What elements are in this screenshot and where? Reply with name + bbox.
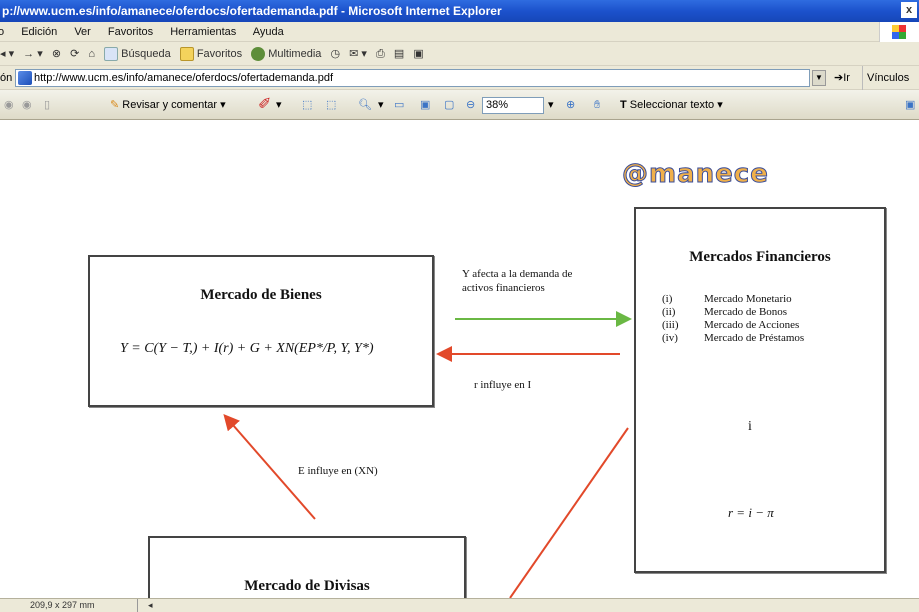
menu-favorites[interactable]: Favoritos: [108, 26, 153, 38]
scroll-left-icon[interactable]: ◂: [148, 599, 153, 612]
standard-toolbar: ◂ ▾ → ▾ ⊗ ⟳ ⌂ Búsqueda Favoritos Multime…: [0, 42, 919, 66]
list-item-num: (i): [662, 293, 673, 305]
mercado-divisas-title: Mercado de Divisas: [244, 578, 370, 594]
favorites-button[interactable]: Favoritos: [179, 42, 243, 66]
status-bar: 209,9 x 297 mm ◂: [0, 598, 919, 612]
i-label: i: [748, 419, 752, 434]
y-affects-line1: Y afecta a la demanda de: [462, 268, 573, 280]
zoom-tool-icon[interactable]: 🔍︎: [358, 90, 372, 120]
list-item-num: (ii): [662, 306, 676, 318]
close-icon[interactable]: x: [901, 2, 917, 18]
list-item-label: Mercado de Préstamos: [704, 332, 805, 344]
y-affects-line2: activos financieros: [462, 282, 545, 294]
mercado-bienes-box: Mercado de Bienes Y = C(Y − T,) + I(r) +…: [88, 255, 434, 407]
hand-tool-icon[interactable]: ✋︎: [594, 90, 600, 120]
list-item: (ii) Mercado de Bonos: [662, 306, 804, 319]
mercados-financieros-box: Mercados Financieros (i) Mercado Monetari…: [634, 207, 886, 573]
page-size-indicator: 209,9 x 297 mm: [8, 599, 138, 612]
multimedia-label: Multimedia: [268, 48, 322, 60]
menu-file-partial[interactable]: o: [0, 26, 4, 38]
edit-icon[interactable]: ▤: [394, 42, 404, 66]
menu-bar: o Edición Ver Favoritos Herramientas Ayu…: [0, 22, 919, 42]
r-formula: r = i − π: [728, 505, 774, 520]
back-icon[interactable]: ◂ ▾: [0, 42, 14, 66]
address-label: ón: [0, 72, 13, 84]
address-dropdown-icon[interactable]: ▼: [812, 70, 826, 86]
snapshot-icon[interactable]: ▣: [905, 90, 915, 120]
search-label: Búsqueda: [121, 48, 171, 60]
go-button[interactable]: ➔Ir: [834, 66, 850, 90]
print-icon[interactable]: ⎙: [376, 42, 385, 66]
search-icon: [104, 47, 119, 62]
refresh-icon[interactable]: ⟳: [70, 42, 79, 66]
select-text-button[interactable]: T Seleccionar texto ▾: [620, 90, 723, 120]
amanece-logo: @manece: [622, 159, 769, 190]
list-item-num: (iii): [662, 319, 679, 331]
list-item: (iv) Mercado de Préstamos: [662, 332, 804, 345]
actual-size-icon[interactable]: ▭: [394, 90, 404, 120]
address-bar: ón http://www.ucm.es/info/amanece/oferdo…: [0, 66, 919, 90]
zoom-in-icon[interactable]: ⊕: [566, 90, 575, 120]
arrow-divisas-to-financieros: [509, 427, 629, 598]
multimedia-button[interactable]: Multimedia: [251, 42, 321, 66]
mercados-financieros-title: Mercados Financieros: [689, 249, 831, 265]
review-icon: ✎: [110, 99, 120, 111]
list-item: (iii) Mercado de Acciones: [662, 319, 804, 332]
pdf-forward-icon[interactable]: ◉: [22, 90, 32, 120]
bienes-formula: Y = C(Y − T,) + I(r) + G + XN(EP*/P, Y, …: [120, 341, 374, 356]
y-affects-label: Y afecta a la demanda de activos financi…: [462, 267, 572, 295]
forward-icon[interactable]: → ▾: [23, 42, 43, 66]
window-title-bar: p://www.ucm.es/info/amanece/oferdocs/ofe…: [0, 0, 919, 22]
pdf-document-view[interactable]: @manece Mercado de Bienes Y = C(Y − T,) …: [0, 121, 919, 612]
links-button[interactable]: Vínculos: [862, 66, 909, 90]
go-label: Ir: [843, 72, 850, 84]
windows-logo-icon: [879, 22, 919, 42]
pdf-back-icon[interactable]: ◉: [4, 90, 14, 120]
menu-view[interactable]: Ver: [74, 26, 91, 38]
zoom-out-icon[interactable]: ⊖: [466, 90, 475, 120]
list-item-label: Mercado de Acciones: [704, 319, 800, 331]
pdf-toolbar: ◉ ◉ ▯ ✎ Revisar y comentar ▾ ✐ ▾ ⬚ ⬚ 🔍︎ …: [0, 90, 919, 120]
menu-help[interactable]: Ayuda: [253, 26, 284, 38]
search-button[interactable]: Búsqueda: [104, 42, 171, 66]
address-url: http://www.ucm.es/info/amanece/oferdocs/…: [34, 72, 333, 84]
fit-window-icon[interactable]: ▣: [420, 90, 430, 120]
zoom-tool-dropdown-icon[interactable]: ▾: [378, 90, 384, 120]
pdf-save-icon[interactable]: ▯: [44, 90, 50, 120]
mail-icon[interactable]: ✉ ▾: [349, 42, 367, 66]
fit-page-icon[interactable]: ⬚: [302, 90, 312, 120]
fit-visible-icon[interactable]: ▢: [444, 90, 454, 120]
r-influye-label: r influye en I: [474, 379, 532, 391]
mercado-bienes-title: Mercado de Bienes: [200, 287, 322, 303]
favorites-icon: [179, 47, 194, 62]
e-influye-label: E influye en (XN): [298, 465, 378, 477]
window-title: p://www.ucm.es/info/amanece/oferdocs/ofe…: [2, 4, 502, 18]
address-input[interactable]: http://www.ucm.es/info/amanece/oferdocs/…: [15, 69, 810, 87]
review-label: Revisar y comentar: [122, 99, 218, 111]
history-icon[interactable]: ◷: [330, 42, 340, 66]
list-item-label: Mercado de Bonos: [704, 306, 788, 318]
multimedia-icon: [251, 47, 266, 62]
pen-dropdown-icon[interactable]: ▾: [276, 90, 282, 120]
zoom-input[interactable]: 38%: [482, 97, 544, 114]
home-icon[interactable]: ⌂: [88, 42, 95, 66]
pen-icon[interactable]: ✐: [258, 90, 271, 120]
list-item: (i) Mercado Monetario: [662, 293, 804, 306]
menu-edit[interactable]: Edición: [21, 26, 57, 38]
discuss-icon[interactable]: ▣: [413, 42, 423, 66]
list-item-num: (iv): [662, 332, 678, 344]
zoom-dropdown-icon[interactable]: ▾: [548, 90, 554, 120]
stop-icon[interactable]: ⊗: [52, 42, 61, 66]
review-comment-button[interactable]: ✎ Revisar y comentar ▾: [110, 90, 226, 120]
text-select-icon: T: [620, 99, 627, 111]
menu-tools[interactable]: Herramientas: [170, 26, 236, 38]
favorites-label: Favoritos: [196, 48, 243, 60]
financieros-list: (i) Mercado Monetario (ii) Mercado de Bono…: [662, 293, 804, 345]
page-icon: [18, 71, 32, 85]
list-item-label: Mercado Monetario: [704, 293, 792, 305]
select-text-label: Seleccionar texto: [629, 99, 715, 111]
fit-width-icon[interactable]: ⬚: [326, 90, 336, 120]
